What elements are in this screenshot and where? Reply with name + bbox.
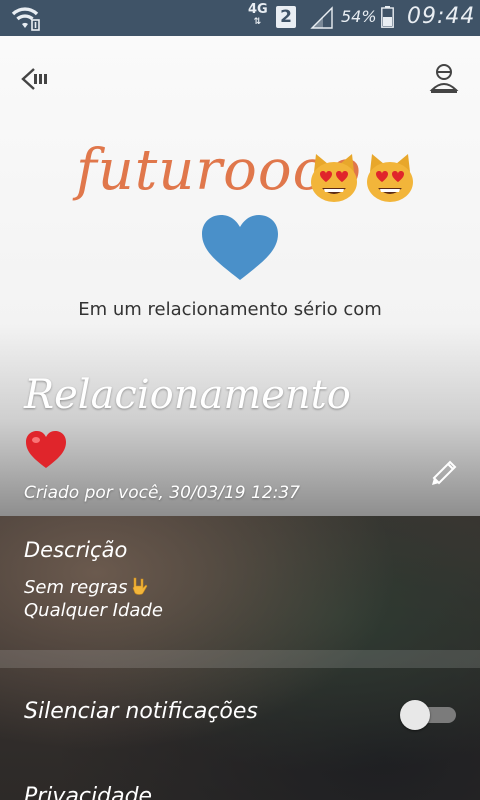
rock-on-hand-icon xyxy=(133,577,148,595)
mute-notifications-toggle[interactable] xyxy=(400,700,456,730)
signal-icon xyxy=(310,6,333,29)
description-line-1: Sem regras xyxy=(24,576,149,598)
status-bar: 4G ⇅ 2 54% 09:44 xyxy=(0,0,480,36)
privacy-label[interactable]: Privacidade xyxy=(24,784,152,800)
banner-subtitle: Em um relacionamento sério com xyxy=(78,299,382,320)
description-line-1-text: Sem regras xyxy=(24,577,128,598)
network-arrows: ⇅ xyxy=(253,17,263,27)
profile-icon[interactable] xyxy=(428,62,460,94)
back-arrow-icon[interactable] xyxy=(20,66,54,92)
network-type: 4G xyxy=(248,2,268,17)
battery-percent: 54% xyxy=(341,7,377,26)
group-header: futuroooo Em um relacionamento sério com… xyxy=(0,36,480,516)
red-heart-icon xyxy=(26,431,66,468)
toggle-thumb xyxy=(400,700,430,730)
heart-eyes-cat-icon xyxy=(311,154,357,202)
battery-icon xyxy=(381,6,394,28)
group-name: Relacionamento xyxy=(24,372,351,418)
description-line-2: Qualquer Idade xyxy=(24,600,163,621)
sim-badge: 2 xyxy=(276,6,296,28)
status-time: 09:44 xyxy=(407,4,476,29)
wifi-icon xyxy=(11,7,40,31)
description-title: Descrição xyxy=(24,538,128,562)
created-info: Criado por você, 30/03/19 12:37 xyxy=(24,483,301,503)
network-indicator: 4G ⇅ xyxy=(248,3,268,29)
section-divider xyxy=(0,650,480,668)
pencil-icon[interactable] xyxy=(428,456,460,488)
blue-heart-icon xyxy=(202,215,278,280)
heart-eyes-cat-icon xyxy=(367,154,413,202)
group-info-panel: Descrição Sem regras Qualquer Idade Sile… xyxy=(0,516,480,800)
mute-notifications-label: Silenciar notificações xyxy=(24,699,258,724)
